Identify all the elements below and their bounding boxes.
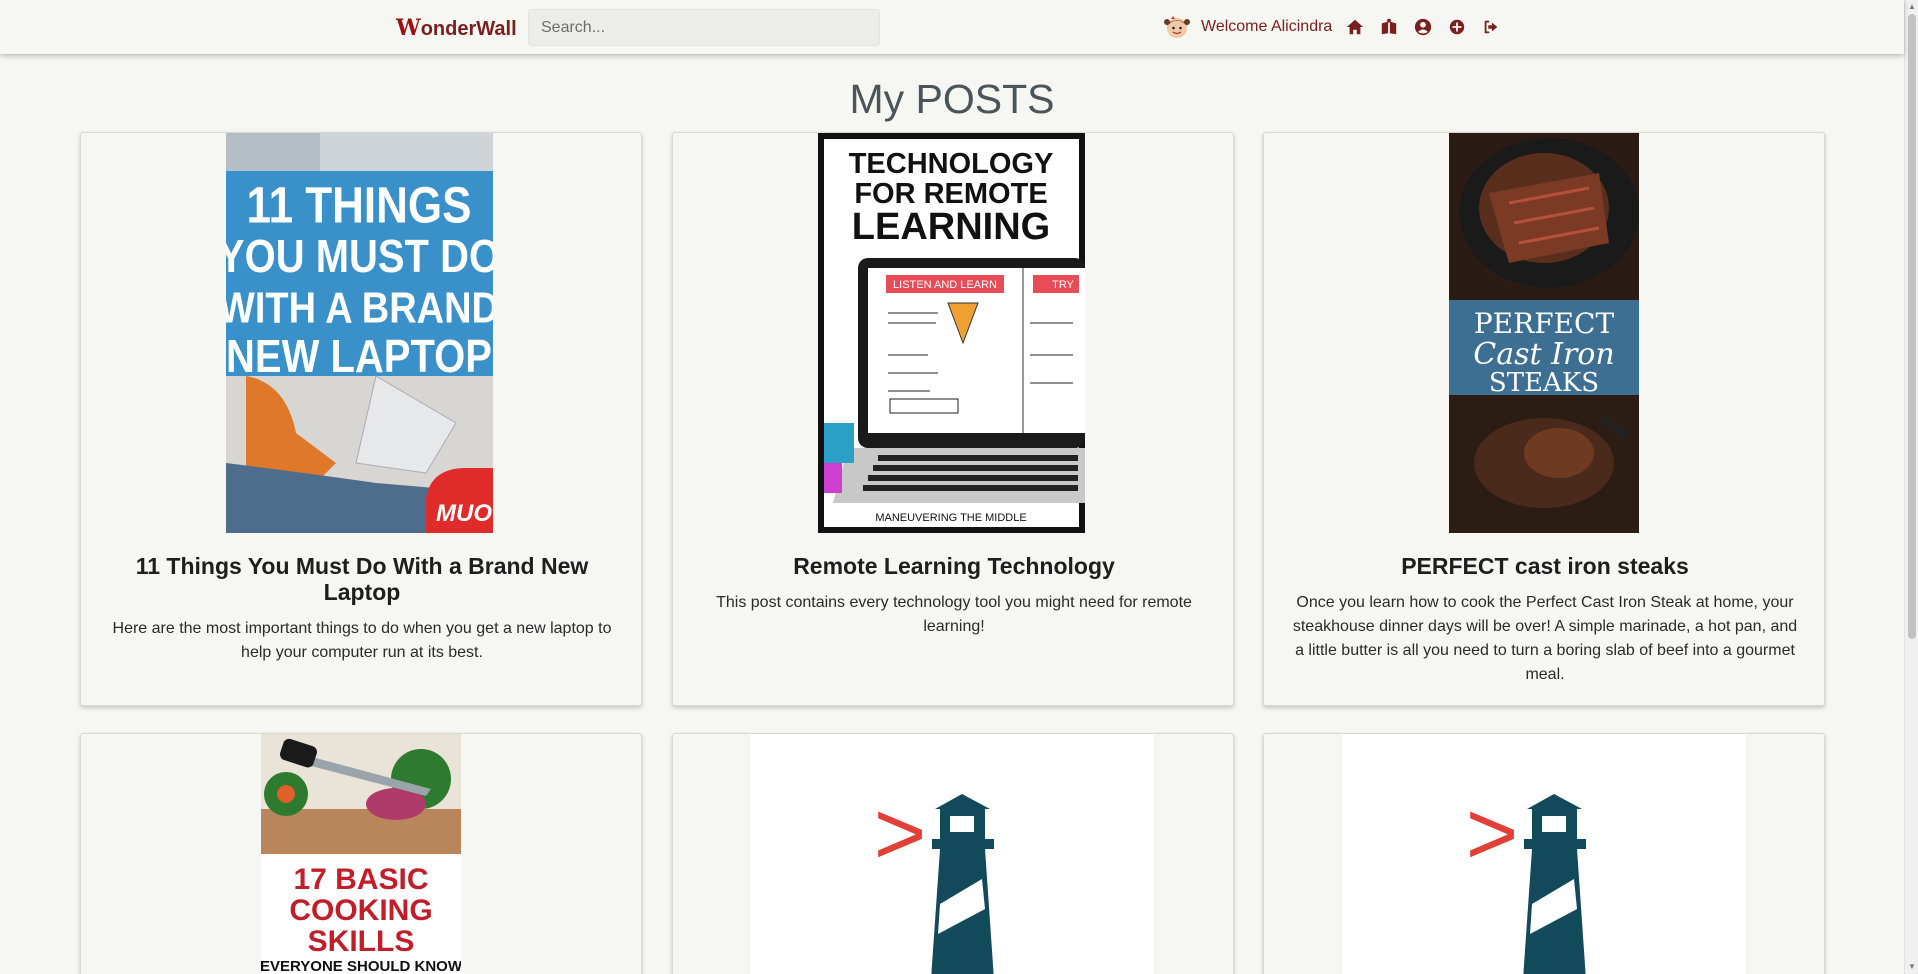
post-card[interactable]: 11 THINGS YOU MUST DO WITH A BRAND NEW L…: [80, 132, 642, 706]
page-title: My POSTS: [849, 76, 1055, 122]
image-line: NEW LAPTOP: [226, 332, 492, 383]
image-line: TECHNOLOGY: [849, 148, 1054, 180]
user-circle-icon[interactable]: [1412, 16, 1434, 38]
post-card[interactable]: TECHNOLOGY FOR REMOTE LEARNING LISTEN AN…: [672, 132, 1234, 706]
avatar-icon[interactable]: [1163, 13, 1191, 41]
image-line: YOU MUST DO: [226, 232, 493, 283]
post-card[interactable]: >: [1263, 733, 1825, 974]
image-line: 17 BASIC: [293, 863, 428, 896]
image-line: 11 THINGS: [247, 178, 472, 235]
image-line: WITH A BRAND: [226, 283, 493, 332]
post-image: 17 BASIC COOKING SKILLS EVERYONE SHOULD …: [261, 734, 461, 974]
image-line: SKILLS: [308, 925, 415, 958]
image-footer: MANEUVERING THE MIDDLE: [875, 512, 1026, 524]
post-description: This post contains every technology tool…: [716, 594, 1192, 635]
post-image: 11 THINGS YOU MUST DO WITH A BRAND NEW L…: [226, 133, 493, 533]
screen-tab: TRY: [1052, 279, 1074, 291]
post-image: TECHNOLOGY FOR REMOTE LEARNING LISTEN AN…: [818, 133, 1085, 533]
scroll-thumb[interactable]: [1908, 14, 1916, 639]
brand-name: onderWall: [420, 18, 517, 40]
image-sub: EVERYONE SHOULD KNOW: [261, 958, 461, 974]
scroll-down-icon[interactable]: ▼: [1905, 960, 1918, 974]
screen-header: LISTEN AND LEARN: [893, 279, 997, 291]
post-image: PERFECT Cast Iron STEAKS: [1449, 133, 1639, 533]
search-input[interactable]: [528, 9, 880, 46]
image-line: STEAKS: [1489, 368, 1599, 398]
logo-chevron: >: [874, 784, 927, 884]
post-description: Once you learn how to cook the Perfect C…: [1292, 594, 1798, 683]
logo-chevron: >: [1466, 784, 1519, 884]
post-image: >: [750, 734, 1154, 974]
post-description: Here are the most important things to do…: [112, 620, 612, 661]
image-line: Cast Iron: [1473, 337, 1614, 372]
image-line: PERFECT: [1474, 307, 1615, 340]
post-card[interactable]: 17 BASIC COOKING SKILLS EVERYONE SHOULD …: [80, 733, 642, 974]
post-card[interactable]: PERFECT Cast Iron STEAKS PERFECT cast ir…: [1263, 132, 1825, 706]
post-image: >: [1342, 734, 1746, 974]
post-title: 11 Things You Must Do With a Brand New L…: [135, 553, 589, 605]
image-line: COOKING: [289, 894, 432, 927]
brand-initial: W: [396, 15, 421, 41]
post-card[interactable]: >: [672, 733, 1234, 974]
brand-logo[interactable]: WonderWall: [396, 15, 517, 41]
top-navbar: WonderWall Welcome Alicindra: [0, 0, 1904, 54]
sign-out-icon[interactable]: [1480, 16, 1502, 38]
image-line: LEARNING: [852, 206, 1050, 248]
post-title: Remote Learning Technology: [793, 553, 1115, 579]
vertical-scrollbar[interactable]: ▲ ▼: [1904, 0, 1918, 974]
home-icon[interactable]: [1344, 16, 1366, 38]
plus-circle-icon[interactable]: [1446, 16, 1468, 38]
post-title: PERFECT cast iron steaks: [1401, 553, 1689, 579]
book-icon[interactable]: [1378, 16, 1400, 38]
user-nav: Welcome Alicindra: [1163, 12, 1514, 42]
image-badge: MUO: [436, 500, 492, 527]
scroll-up-icon[interactable]: ▲: [1905, 0, 1918, 14]
welcome-text: Welcome Alicindra: [1201, 18, 1333, 35]
